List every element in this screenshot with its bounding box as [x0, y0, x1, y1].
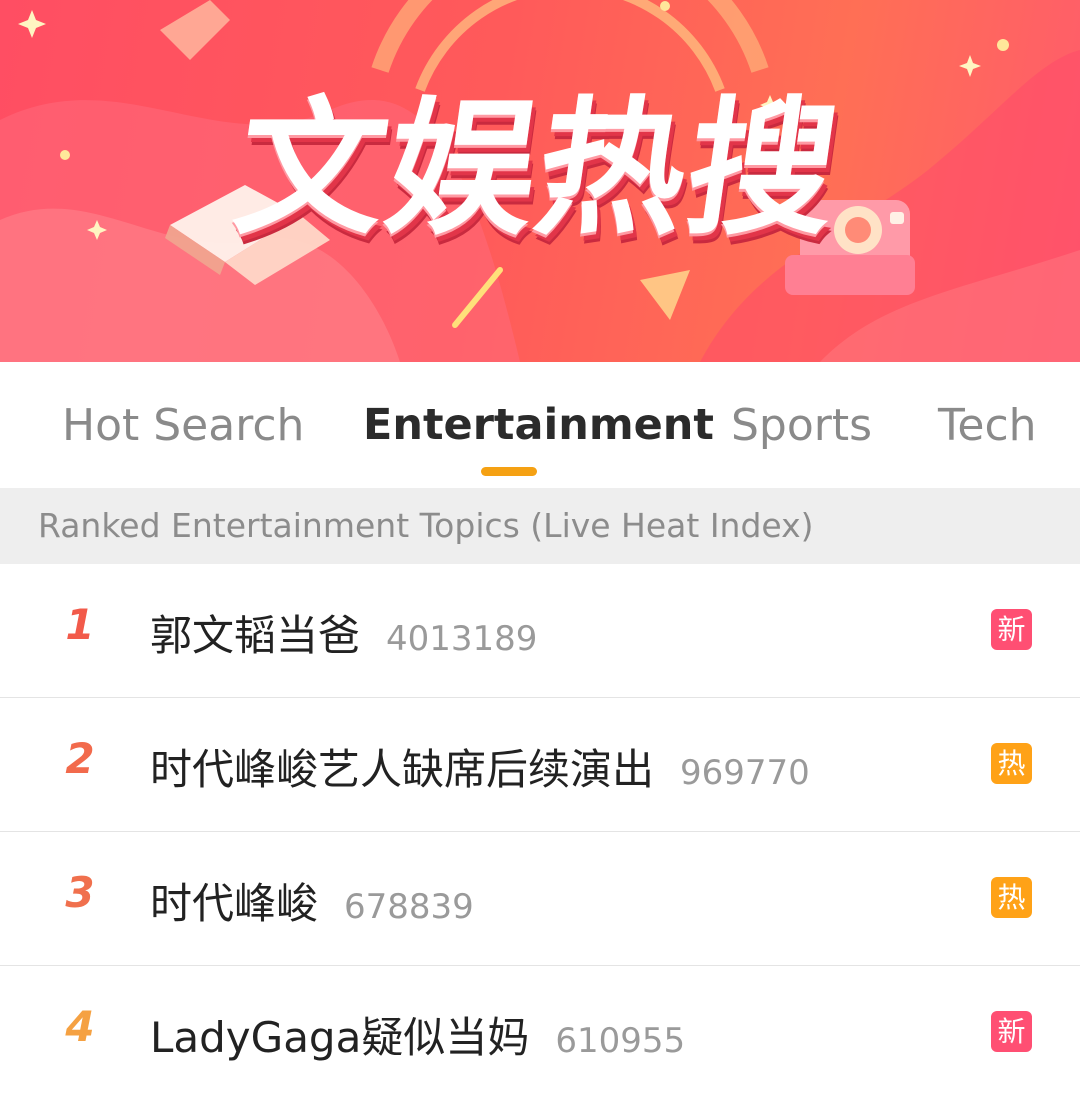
- list-item[interactable]: 3 时代峰峻 678839 热: [0, 832, 1080, 966]
- heat-index: 678839: [344, 887, 474, 927]
- heat-index: 4013189: [386, 619, 538, 659]
- tab-sports[interactable]: Sports: [731, 400, 872, 460]
- active-tab-indicator: [481, 467, 537, 476]
- section-header: Ranked Entertainment Topics (Live Heat I…: [0, 488, 1080, 564]
- tab-hot-search[interactable]: Hot Search: [62, 400, 304, 460]
- topic-title-wrap: 时代峰峻艺人缺席后续演出 969770: [150, 736, 810, 797]
- new-badge: 新: [991, 609, 1032, 650]
- topic-title[interactable]: 时代峰峻: [150, 879, 318, 928]
- topic-title[interactable]: LadyGaga疑似当妈: [150, 1013, 529, 1062]
- hot-badge: 热: [991, 877, 1032, 918]
- topic-title-wrap: LadyGaga疑似当妈 610955: [150, 1004, 685, 1065]
- list-item[interactable]: 1 郭文韬当爸 4013189 新: [0, 564, 1080, 698]
- banner: 文娱热搜: [0, 0, 1080, 362]
- list-item[interactable]: 2 时代峰峻艺人缺席后续演出 969770 热: [0, 698, 1080, 832]
- heat-index: 969770: [680, 753, 810, 793]
- banner-title: 文娱热搜: [226, 83, 851, 255]
- list-item[interactable]: 4 LadyGaga疑似当妈 610955 新: [0, 966, 1080, 1099]
- topic-title[interactable]: 郭文韬当爸: [150, 611, 360, 660]
- rank-number: 2: [65, 734, 95, 783]
- topic-list: 1 郭文韬当爸 4013189 新 2 时代峰峻艺人缺席后续演出 969770 热 …: [0, 564, 1080, 1099]
- section-header-label: Ranked Entertainment Topics (Live Heat I…: [38, 506, 814, 545]
- heat-index: 610955: [555, 1021, 686, 1061]
- rank-number: 3: [65, 868, 95, 917]
- hot-badge: 热: [991, 743, 1032, 784]
- rank-number: 1: [65, 600, 95, 649]
- new-badge: 新: [991, 1011, 1032, 1052]
- topic-title[interactable]: 时代峰峻艺人缺席后续演出: [150, 745, 654, 794]
- tab-tech[interactable]: Tech: [938, 400, 1037, 460]
- tab-entertainment[interactable]: Entertainment: [363, 400, 714, 460]
- rank-number: 4: [65, 1002, 95, 1051]
- tab-bar: Hot Search Entertainment Sports Tech: [0, 362, 1080, 488]
- topic-title-wrap: 郭文韬当爸 4013189: [150, 602, 537, 663]
- topic-title-wrap: 时代峰峻 678839: [150, 870, 474, 931]
